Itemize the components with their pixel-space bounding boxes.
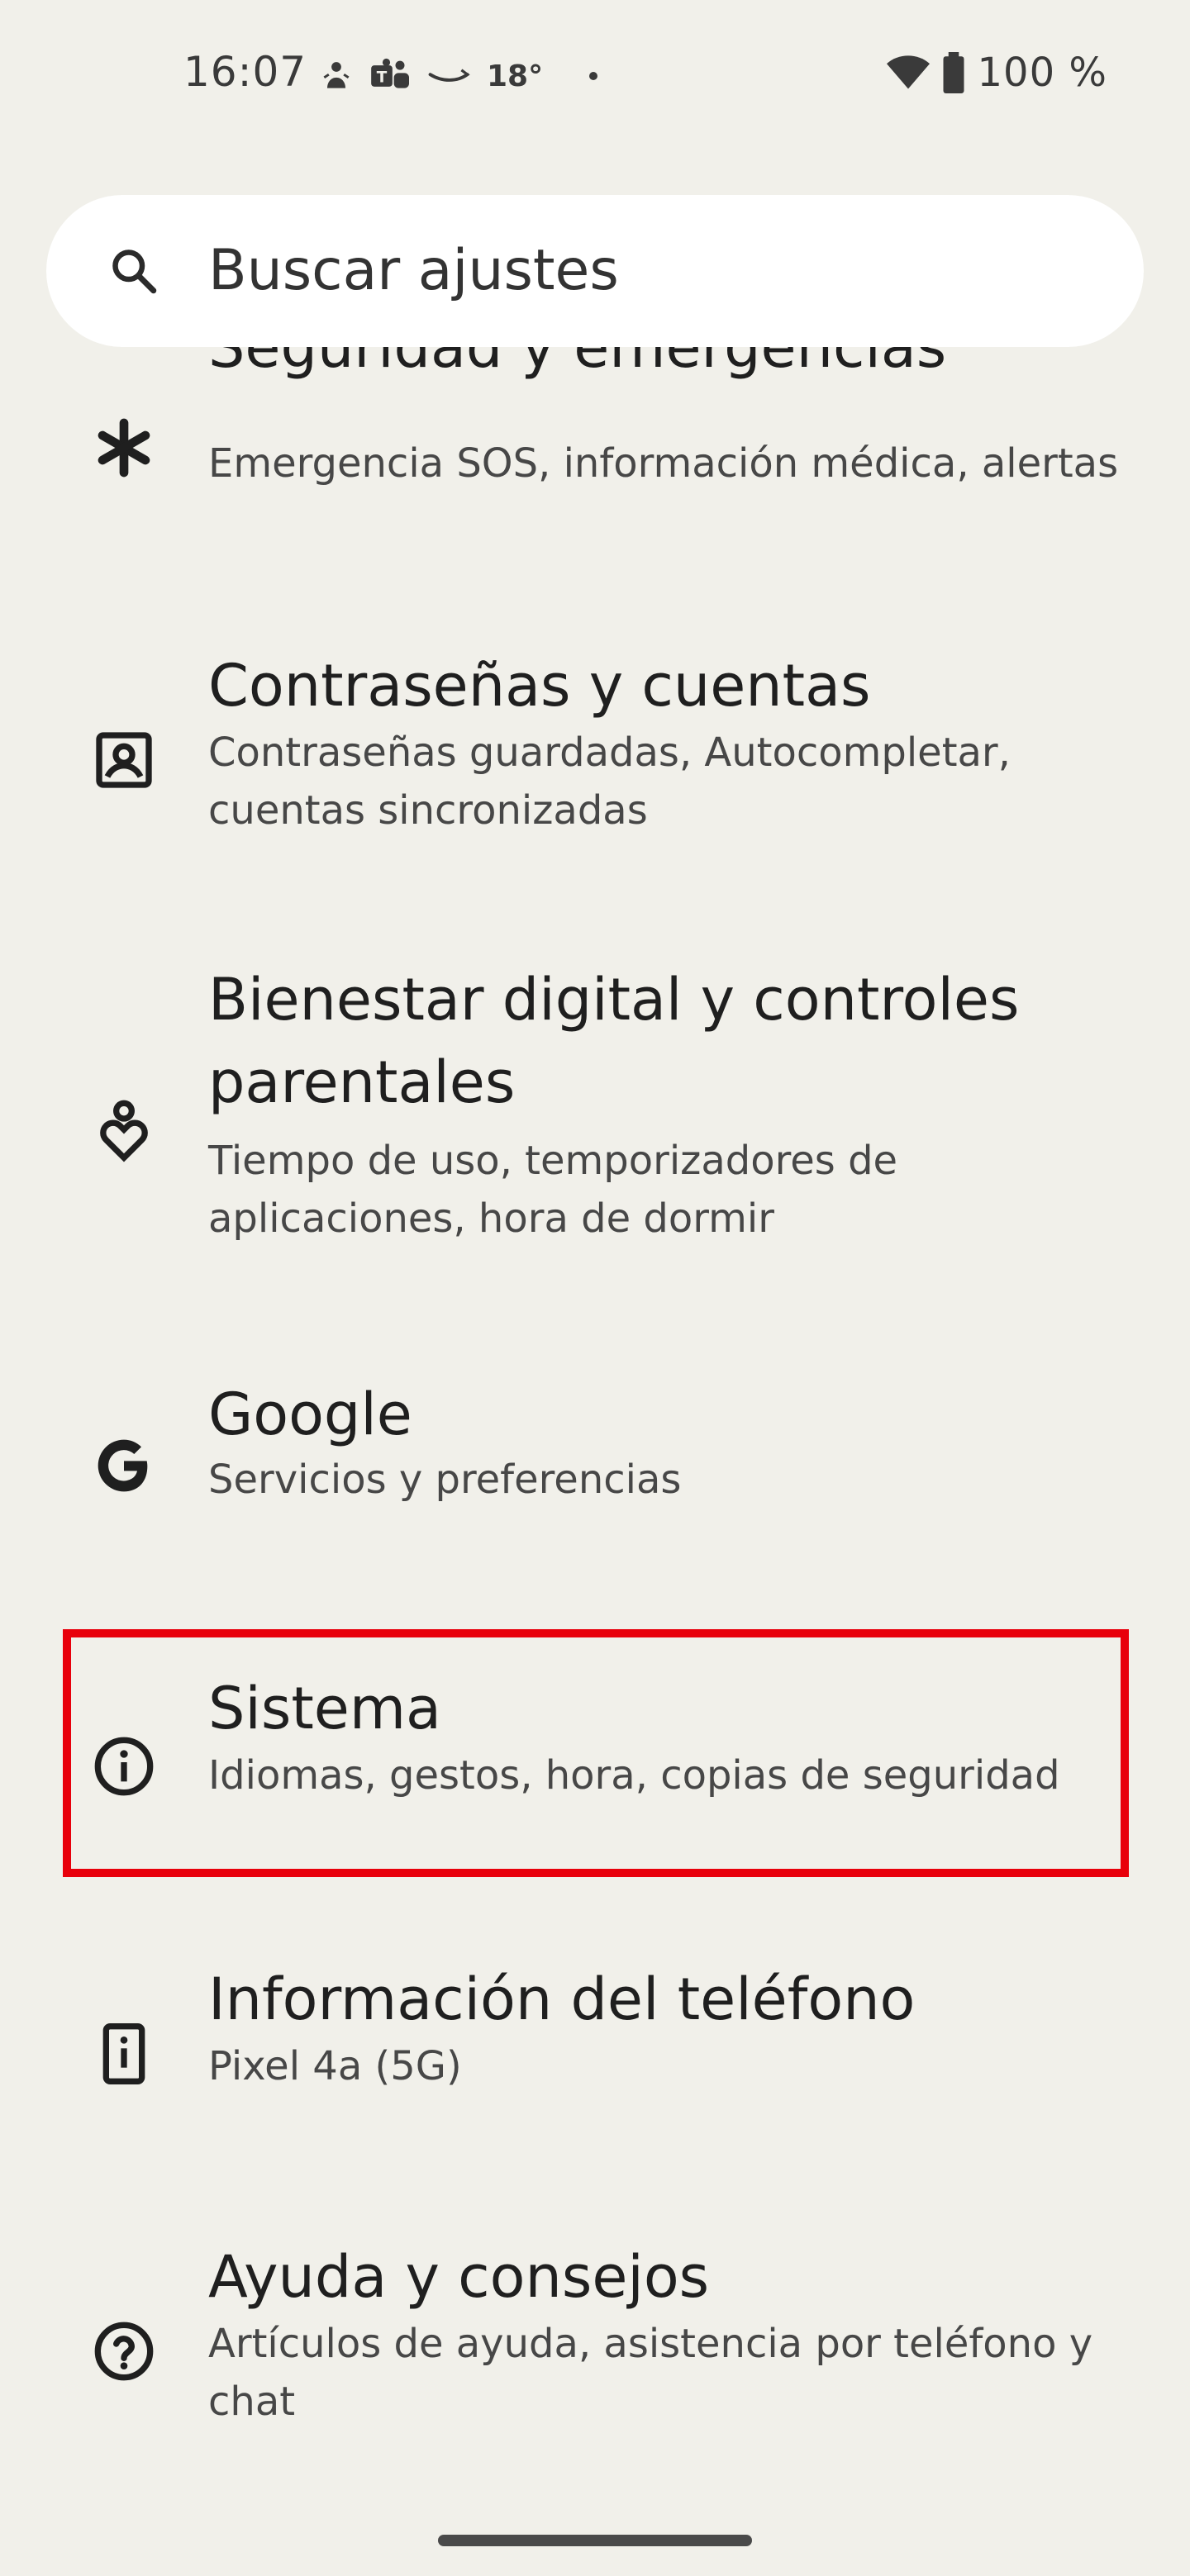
settings-item-title: Bienestar digital y controles parentales	[208, 966, 1020, 1116]
asterisk-icon	[98, 418, 150, 478]
phone-info-icon	[102, 2023, 145, 2084]
settings-item-phone-info[interactable]: Información del teléfono Pixel 4a (5G)	[0, 1958, 1190, 2173]
google-icon	[98, 1439, 148, 1492]
svg-text:T: T	[377, 69, 388, 86]
settings-item-title: Contraseñas y cuentas	[208, 652, 871, 720]
settings-item-subtitle: Idiomas, gestos, hora, copias de segurid…	[208, 1752, 1060, 1799]
amazon-icon	[428, 69, 470, 82]
battery-icon	[943, 52, 964, 93]
settings-item-subtitle: Pixel 4a (5G)	[208, 2043, 462, 2089]
settings-item-subtitle: Artículos de ayuda, asistencia por teléf…	[208, 2321, 1093, 2425]
settings-item-title: Ayuda y consejos	[208, 2243, 710, 2311]
settings-item-google[interactable]: Google Servicios y preferencias	[0, 1373, 1190, 1588]
notification-icon	[323, 62, 350, 88]
status-more-dot	[589, 72, 598, 80]
search-input[interactable]: Buscar ajustes	[208, 238, 619, 304]
settings-item-title: Google	[208, 1381, 412, 1448]
settings-item-subtitle: Contraseñas guardadas, Autocompletar, cu…	[208, 730, 1011, 834]
settings-item-digital-wellbeing[interactable]: Bienestar digital y controles parentales…	[0, 958, 1190, 1305]
help-icon	[94, 2322, 154, 2381]
settings-list[interactable]: Seguridad y emergencias Emergencia SOS, …	[0, 347, 1190, 2462]
settings-item-subtitle: Tiempo de uso, temporizadores de aplicac…	[208, 1138, 898, 1242]
settings-item-subtitle: Servicios y preferencias	[208, 1457, 682, 1503]
home-gesture-bar[interactable]	[438, 2535, 752, 2546]
status-temperature: 18°	[487, 59, 544, 93]
status-bar: 16:07 T 18° 100 %	[0, 0, 1190, 149]
status-notification-icons: T 18°	[318, 51, 598, 101]
status-system-icons: 100 %	[886, 50, 1107, 96]
settings-item-safety[interactable]: Seguridad y emergencias Emergencia SOS, …	[0, 347, 1190, 611]
settings-item-title: Sistema	[208, 1675, 441, 1742]
status-time: 16:07	[183, 48, 307, 96]
settings-item-system[interactable]: Sistema Idiomas, gestos, hora, copias de…	[0, 1667, 1190, 1882]
settings-item-passwords-accounts[interactable]: Contraseñas y cuentas Contraseñas guarda…	[0, 644, 1190, 909]
search-icon	[112, 250, 157, 294]
wifi-icon	[886, 55, 930, 89]
settings-item-help[interactable]: Ayuda y consejos Artículos de ayuda, asi…	[0, 2236, 1190, 2462]
info-icon	[94, 1737, 154, 1796]
search-bar[interactable]: Buscar ajustes	[46, 195, 1144, 347]
status-battery-percent: 100 %	[977, 50, 1107, 96]
settings-item-title: Información del teléfono	[208, 1965, 916, 2033]
settings-item-subtitle: Emergencia SOS, información médica, aler…	[208, 440, 1119, 487]
wellbeing-icon	[100, 1100, 148, 1162]
account-box-icon	[96, 732, 152, 788]
settings-item-title: Seguridad y emergencias	[208, 347, 947, 381]
teams-icon: T	[371, 58, 409, 88]
